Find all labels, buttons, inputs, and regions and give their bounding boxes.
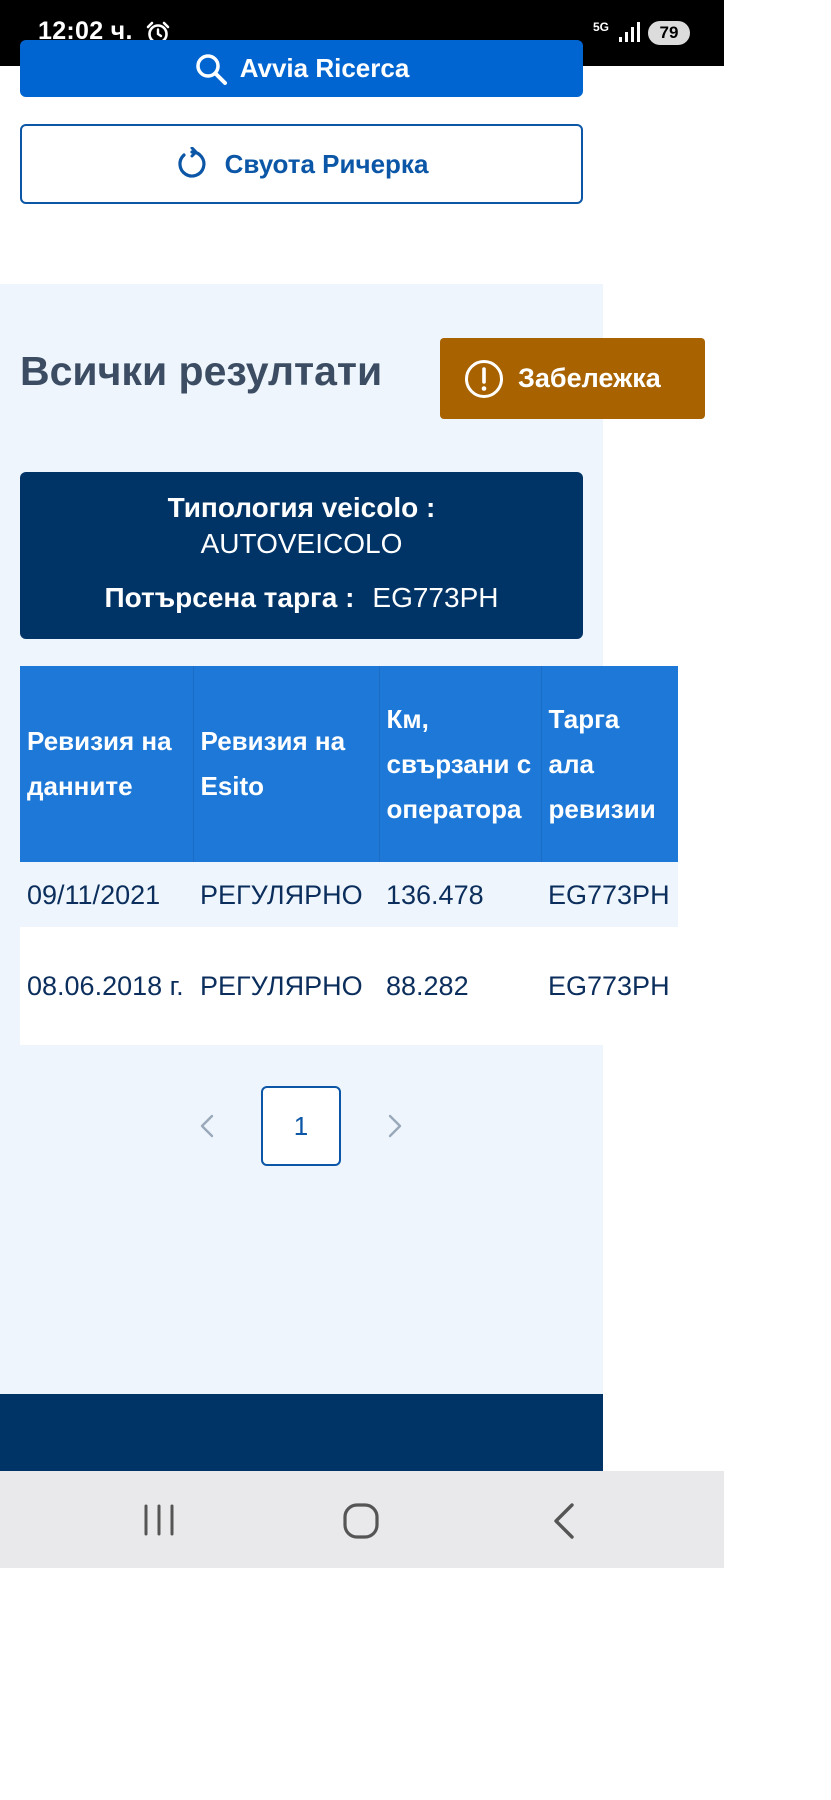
recents-icon[interactable] [140, 1503, 178, 1537]
cell-km: 136.478 [386, 879, 484, 910]
reset-search-button[interactable]: Свуота Ричерка [20, 124, 583, 204]
signal-icon [619, 22, 640, 42]
cell-outcome: РЕГУЛЯРНО [200, 879, 363, 910]
header-revision-date: Ревизия на данните [20, 666, 194, 862]
system-nav-bar [0, 1471, 724, 1568]
page-1-button[interactable]: 1 [261, 1086, 341, 1166]
search-icon [195, 53, 227, 85]
back-icon[interactable] [548, 1501, 580, 1541]
plate-row: Потърсена тарга : EG773PH [20, 582, 583, 614]
results-title: Всички резултати [20, 348, 383, 394]
header-km: Км, свързани с оператора [379, 666, 542, 862]
cell-outcome: РЕГУЛЯРНО [200, 971, 363, 1001]
reset-button-label: Свуота Ричерка [224, 148, 429, 179]
vehicle-type-value: AUTOVEICOLO [200, 528, 403, 559]
battery-badge: 79 [648, 21, 690, 45]
plate-label: Потърсена тарга : [104, 582, 355, 613]
header-plate: Тарга ала ревизии [541, 666, 678, 862]
chevron-right-icon[interactable] [376, 1108, 412, 1144]
plate-value: EG773PH [372, 582, 499, 613]
cell-km: 88.282 [386, 971, 469, 1001]
cell-date: 08.06.2018 г. [27, 971, 184, 1001]
network-label: 5G [593, 20, 610, 34]
search-button-label: Avvia Ricerca [239, 53, 410, 83]
pagination: 1 [190, 1086, 410, 1166]
search-button[interactable]: Avvia Ricerca [20, 40, 583, 97]
exclamation-circle-icon [465, 359, 503, 398]
home-icon[interactable] [341, 1501, 381, 1541]
header-revision-outcome: Ревизия на Esito [193, 666, 380, 862]
chevron-left-icon[interactable] [190, 1108, 226, 1144]
table-row: 09/11/2021 РЕГУЛЯРНО 136.478 EG773PH [20, 862, 678, 927]
refresh-icon [177, 147, 206, 178]
note-button[interactable]: Забележка [440, 338, 705, 419]
table-row: 08.06.2018 г. РЕГУЛЯРНО 88.282 EG773PH [20, 927, 678, 1045]
vehicle-info-card: Типология veicolo : AUTOVEICOLO Потърсен… [20, 472, 583, 639]
cell-date: 09/11/2021 [27, 879, 161, 910]
cell-plate: EG773PH [548, 971, 670, 1001]
cell-plate: EG773PH [548, 879, 670, 910]
vehicle-type-label: Типология veicolo : [167, 492, 436, 523]
results-table: Ревизия на данните Ревизия на Esito Км, … [20, 666, 678, 1045]
table-header-row: Ревизия на данните Ревизия на Esito Км, … [20, 666, 678, 862]
note-button-label: Забележка [518, 363, 661, 393]
footer-band [0, 1394, 603, 1471]
